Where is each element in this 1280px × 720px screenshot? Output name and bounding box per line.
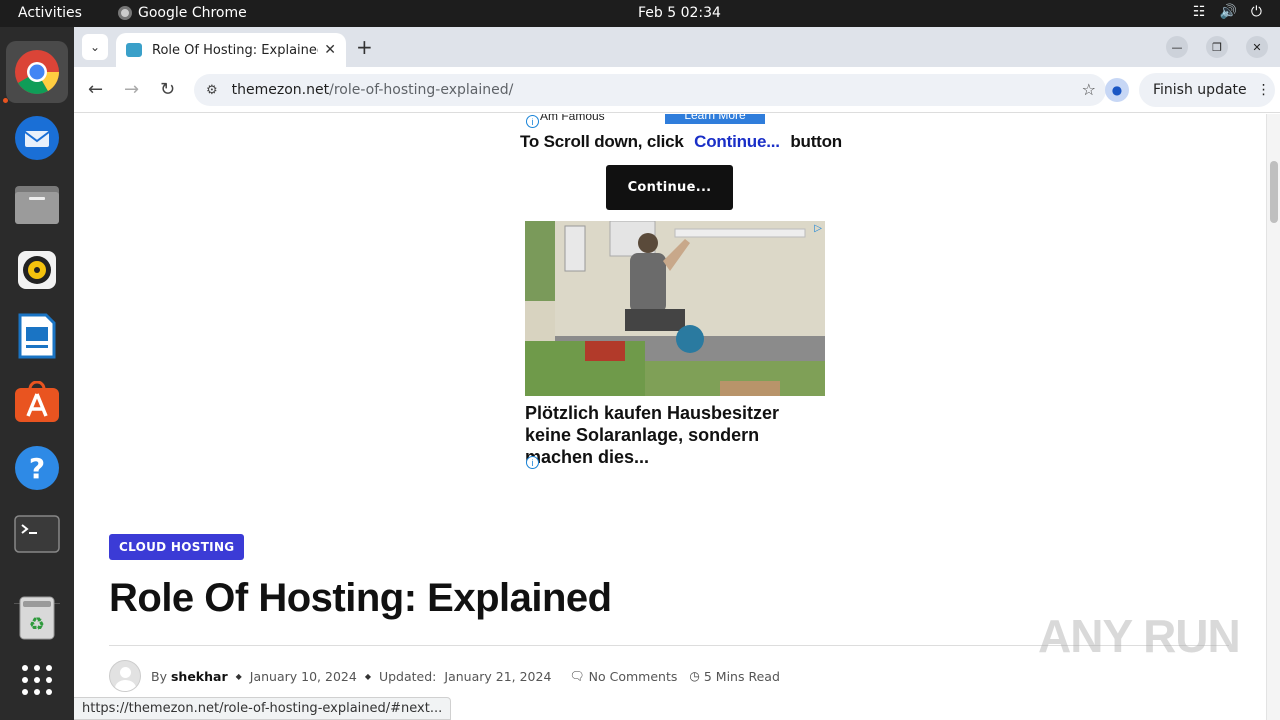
- tab-search-button[interactable]: ⌄: [82, 34, 108, 60]
- forward-icon[interactable]: →: [124, 79, 139, 100]
- maximize-button[interactable]: ❐: [1206, 36, 1228, 58]
- post-meta: By shekhar ◆ January 10, 2024 ◆ Updated:…: [109, 660, 780, 692]
- bookmark-star-icon[interactable]: ☆: [1082, 80, 1096, 99]
- tab-strip: ⌄ Role Of Hosting: Explained ✕ + — ❐ ✕: [74, 27, 1280, 67]
- page-title: Role Of Hosting: Explained: [109, 576, 612, 620]
- by-label: By: [151, 668, 167, 684]
- writer-icon: [18, 313, 56, 359]
- page-scrollbar[interactable]: [1266, 114, 1280, 720]
- trash-icon: ♻: [19, 596, 55, 640]
- tab-active[interactable]: Role Of Hosting: Explained ✕: [116, 33, 346, 67]
- category-badge[interactable]: CLOUD HOSTING: [109, 534, 245, 560]
- clock-icon: ◷: [689, 669, 700, 683]
- network-icon: ☷: [1192, 4, 1206, 20]
- dock-rhythmbox[interactable]: [12, 245, 62, 295]
- address-bar[interactable]: ⚙ themezon.net/role-of-hosting-explained…: [194, 74, 1106, 106]
- learn-more-button[interactable]: Learn More: [665, 114, 765, 124]
- app-center-icon: [15, 381, 59, 422]
- scroll-continue-link[interactable]: Continue...: [694, 132, 780, 151]
- dock-help[interactable]: ?: [12, 443, 62, 493]
- tab-close-icon[interactable]: ✕: [324, 42, 336, 58]
- comment-icon: 🗨: [569, 669, 585, 683]
- ad-top-text: Am Famous: [540, 114, 605, 123]
- meta-separator: ◆: [235, 671, 242, 681]
- published-date: January 10, 2024: [249, 668, 357, 684]
- system-top-bar: Activities Google Chrome Feb 5 02:34 ☷ 🔊…: [0, 0, 1280, 27]
- meta-separator: ◆: [364, 671, 371, 681]
- chrome-small-icon: [118, 6, 132, 20]
- scroll-instruction: To Scroll down, click Continue... button: [520, 132, 842, 152]
- url-path: /role-of-hosting-explained/: [329, 82, 514, 98]
- minimize-button[interactable]: —: [1166, 36, 1188, 58]
- browser-toolbar: ← → ↻ ⚙ themezon.net/role-of-hosting-exp…: [74, 67, 1280, 113]
- kebab-menu-icon: ⋮: [1256, 82, 1271, 98]
- finish-update-button[interactable]: Finish update ⋮: [1139, 73, 1275, 107]
- chrome-icon: [15, 50, 59, 94]
- back-icon[interactable]: ←: [88, 79, 103, 100]
- terminal-icon: [14, 515, 60, 553]
- dock-app-center[interactable]: [12, 377, 62, 427]
- dock-terminal[interactable]: [12, 509, 62, 559]
- volume-icon: 🔊: [1219, 4, 1237, 20]
- help-icon: ?: [15, 446, 59, 490]
- dock-files[interactable]: [12, 179, 62, 229]
- ad-headline[interactable]: Plötzlich kaufen Hausbesitzer keine Sola…: [525, 402, 825, 468]
- page-viewport: i Am Famous Learn More To Scroll down, c…: [74, 114, 1280, 720]
- updated-date: January 21, 2024: [444, 668, 552, 684]
- close-window-button[interactable]: ✕: [1246, 36, 1268, 58]
- activities-button[interactable]: Activities: [18, 5, 82, 21]
- dock-thunderbird[interactable]: [12, 113, 62, 163]
- read-time: 5 Mins Read: [703, 668, 780, 684]
- link-status-bar: https://themezon.net/role-of-hosting-exp…: [74, 697, 452, 720]
- dock: ? ♻: [0, 27, 74, 720]
- app-menu[interactable]: Google Chrome: [118, 5, 247, 21]
- files-icon: [15, 186, 59, 224]
- thunderbird-icon: [15, 116, 59, 160]
- rhythmbox-icon: [18, 251, 56, 289]
- chrome-window: ⌄ Role Of Hosting: Explained ✕ + — ❐ ✕ ←…: [74, 27, 1280, 720]
- favicon-icon: [126, 43, 142, 57]
- tab-title: Role Of Hosting: Explained: [152, 42, 319, 58]
- anyrun-watermark: ANY RUN: [1038, 610, 1241, 662]
- ad-image[interactable]: ▷: [525, 221, 825, 396]
- scroll-suffix: button: [790, 132, 842, 151]
- author-avatar[interactable]: [109, 660, 141, 692]
- finish-update-label: Finish update: [1153, 82, 1247, 98]
- site-info-icon[interactable]: ⚙: [206, 83, 218, 98]
- svg-text:♻: ♻: [29, 614, 45, 635]
- updated-label: Updated:: [378, 668, 437, 684]
- clock[interactable]: Feb 5 02:34: [638, 5, 721, 21]
- url-domain: themezon.net: [231, 82, 330, 98]
- new-tab-button[interactable]: +: [356, 35, 373, 59]
- profile-avatar-icon[interactable]: ●: [1105, 78, 1129, 102]
- svg-text:?: ?: [29, 452, 45, 485]
- continue-button[interactable]: Continue...: [606, 165, 733, 210]
- system-tray[interactable]: ☷ 🔊 ⏻: [1193, 4, 1262, 20]
- dock-chrome[interactable]: [6, 41, 68, 103]
- dock-trash[interactable]: ♻: [12, 593, 62, 643]
- author-link[interactable]: shekhar: [171, 669, 228, 684]
- power-icon: ⏻: [1250, 4, 1262, 20]
- ad-photo: [525, 221, 825, 396]
- ad-info-icon[interactable]: i: [526, 115, 539, 128]
- app-grid-icon: [22, 665, 52, 695]
- comments-link[interactable]: No Comments: [589, 669, 678, 684]
- chevron-down-icon: ⌄: [89, 40, 101, 54]
- dock-app-grid[interactable]: [12, 655, 62, 705]
- adchoices-icon[interactable]: ▷: [814, 223, 822, 234]
- dock-writer[interactable]: [12, 311, 62, 361]
- scrollbar-thumb[interactable]: [1270, 161, 1278, 223]
- app-name-label: Google Chrome: [138, 5, 247, 21]
- reload-icon[interactable]: ↻: [160, 79, 175, 100]
- scroll-prefix: To Scroll down, click: [520, 132, 684, 151]
- ad-info-icon-bottom[interactable]: i: [526, 456, 539, 469]
